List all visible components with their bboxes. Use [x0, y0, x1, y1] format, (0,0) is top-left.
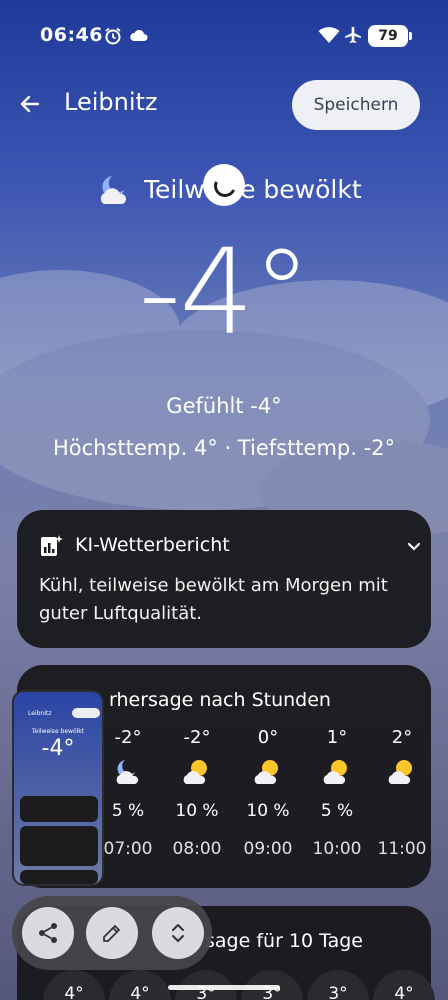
ai-report-text: Kühl, teilweise bewölkt am Morgen mit gu…: [39, 575, 388, 624]
status-bar: 06:46 79: [0, 22, 448, 50]
screenshot-preview-thumbnail[interactable]: Leibnitz Teilweise bewölkt -4°: [12, 690, 104, 886]
ai-weather-report-card[interactable]: KI-Wetterbericht Kühl, teilweise bewölkt…: [17, 510, 431, 648]
thumb-hourly-card: [20, 826, 98, 866]
sun-cloud-icon: [388, 760, 412, 784]
ten-day-title: sage für 10 Tage: [205, 930, 363, 952]
hour-time: 09:00: [243, 839, 293, 859]
thumb-ten-day-card: [20, 870, 98, 884]
current-temperature: -4°: [138, 223, 312, 361]
day-pill[interactable]: 4°: [373, 970, 435, 1000]
day-pill[interactable]: 4°: [109, 970, 171, 1000]
expand-capture-button[interactable]: [152, 907, 204, 959]
hour-precip: 10 %: [246, 801, 290, 821]
sun-cloud-icon: [323, 760, 347, 784]
hour-item: 1° 5 % 10:00: [304, 727, 370, 859]
hour-precip: 10 %: [175, 801, 219, 821]
hour-item: 0° 10 % 09:00: [235, 727, 301, 859]
moon-cloud-icon: [116, 760, 139, 784]
hour-time: 07:00: [103, 839, 153, 859]
status-time: 06:46: [40, 24, 103, 46]
airplane-mode-icon: [345, 27, 361, 43]
thumb-temperature: -4°: [41, 736, 75, 761]
screenshot-toolbar: [12, 896, 212, 970]
pencil-icon: [103, 925, 120, 942]
hour-precip: 5 %: [320, 801, 354, 821]
sun-cloud-icon: [254, 760, 278, 784]
wifi-icon: [318, 27, 340, 43]
hour-temp: 2°: [391, 727, 413, 748]
hour-temp: 0°: [257, 727, 279, 748]
location-title: Leibnitz: [64, 88, 158, 116]
share-icon: [39, 923, 57, 943]
hour-precip: [369, 801, 435, 831]
hourly-forecast-title: rhersage nach Stunden: [109, 689, 331, 711]
save-button[interactable]: Speichern: [292, 80, 420, 130]
hour-temp: 1°: [326, 727, 348, 748]
hour-temp: -2°: [183, 727, 211, 748]
alarm-icon: [105, 27, 121, 45]
edit-button[interactable]: [86, 907, 138, 959]
day-pill[interactable]: 4°: [43, 970, 105, 1000]
share-button[interactable]: [22, 907, 74, 959]
hour-precip: 5 %: [111, 801, 145, 821]
hour-item: 2° 11:00: [369, 727, 435, 859]
thumb-save-button: [72, 708, 100, 718]
ai-report-title: KI-Wetterbericht: [75, 534, 230, 556]
hour-time: 08:00: [172, 839, 222, 859]
hour-time: 10:00: [312, 839, 362, 859]
condition-text: Teilweise bewölkt: [144, 175, 362, 204]
thumb-title: Leibnitz: [28, 710, 52, 717]
thumb-condition: Teilweise bewölkt: [31, 728, 85, 735]
hour-time: 11:00: [377, 839, 427, 859]
cloud-status-icon: [130, 29, 148, 41]
moon-cloud-icon: [100, 176, 127, 204]
high-low-temperature: Höchsttemp. 4° · Tiefsttemp. -2°: [52, 436, 396, 460]
feels-like: Gefühlt -4°: [166, 394, 282, 418]
hour-temp: -2°: [114, 727, 142, 748]
sun-cloud-icon: [183, 760, 207, 784]
home-indicator[interactable]: [168, 985, 280, 990]
expand-vertical-icon: [172, 924, 184, 942]
ai-report-icon: [41, 535, 63, 556]
battery-indicator: 79: [368, 25, 412, 47]
loading-spinner-icon: [203, 164, 245, 206]
chevron-down-icon[interactable]: [407, 540, 421, 554]
thumb-ai-card: [20, 796, 98, 822]
hour-item: -2° 10 % 08:00: [164, 727, 230, 859]
back-arrow-icon[interactable]: [18, 92, 42, 116]
day-pill[interactable]: 3°: [307, 970, 369, 1000]
hour-item: -2° 5 % 07:00: [95, 727, 161, 859]
